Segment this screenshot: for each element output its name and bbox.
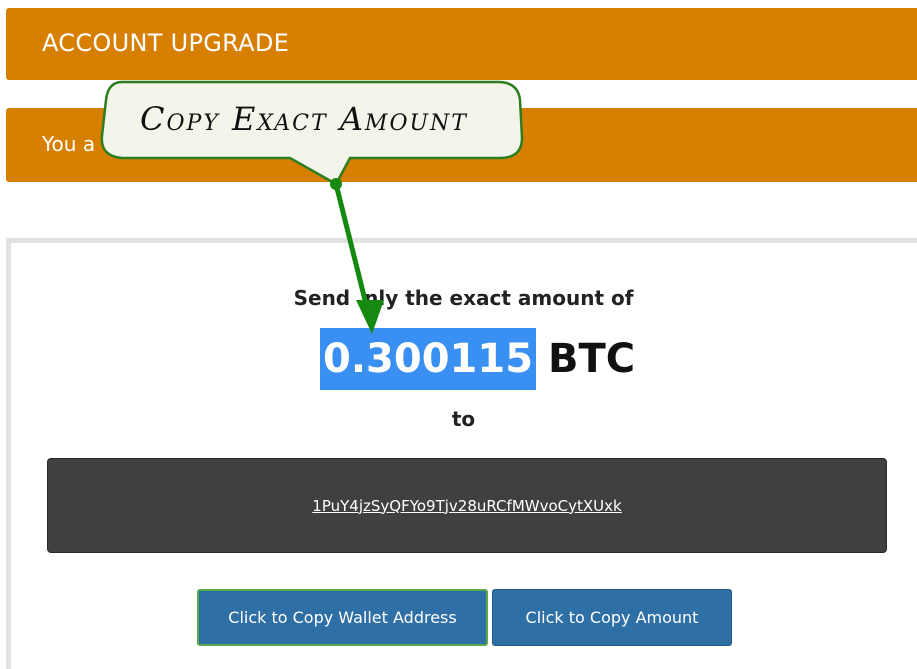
instruction-suffix: nly the exact amount of bbox=[364, 286, 634, 310]
copy-wallet-address-button[interactable]: Click to Copy Wallet Address bbox=[197, 589, 488, 646]
wallet-address-box: 1PuY4jzSyQFYo9Tjv28uRCfMWvoCytXUxk bbox=[47, 458, 887, 553]
payment-instruction: Send nly the exact amount of bbox=[0, 286, 917, 310]
currency-label: BTC bbox=[548, 336, 636, 382]
page-title: ACCOUNT UPGRADE bbox=[42, 29, 290, 57]
to-label: to bbox=[451, 407, 476, 431]
account-upgrade-header: ACCOUNT UPGRADE bbox=[6, 8, 917, 80]
wallet-address-link[interactable]: 1PuY4jzSyQFYo9Tjv28uRCfMWvoCytXUxk bbox=[312, 497, 621, 515]
copy-amount-button[interactable]: Click to Copy Amount bbox=[492, 589, 732, 646]
btc-amount[interactable]: 0.300115 bbox=[320, 328, 537, 390]
notice-text: You a bbox=[42, 132, 96, 156]
callout-text: Copy Exact Amount bbox=[140, 100, 468, 138]
page: ACCOUNT UPGRADE You a Send nly the exact … bbox=[0, 0, 917, 669]
instruction-prefix: Send bbox=[293, 286, 351, 310]
amount-row: 0.300115 BTC bbox=[320, 328, 635, 390]
